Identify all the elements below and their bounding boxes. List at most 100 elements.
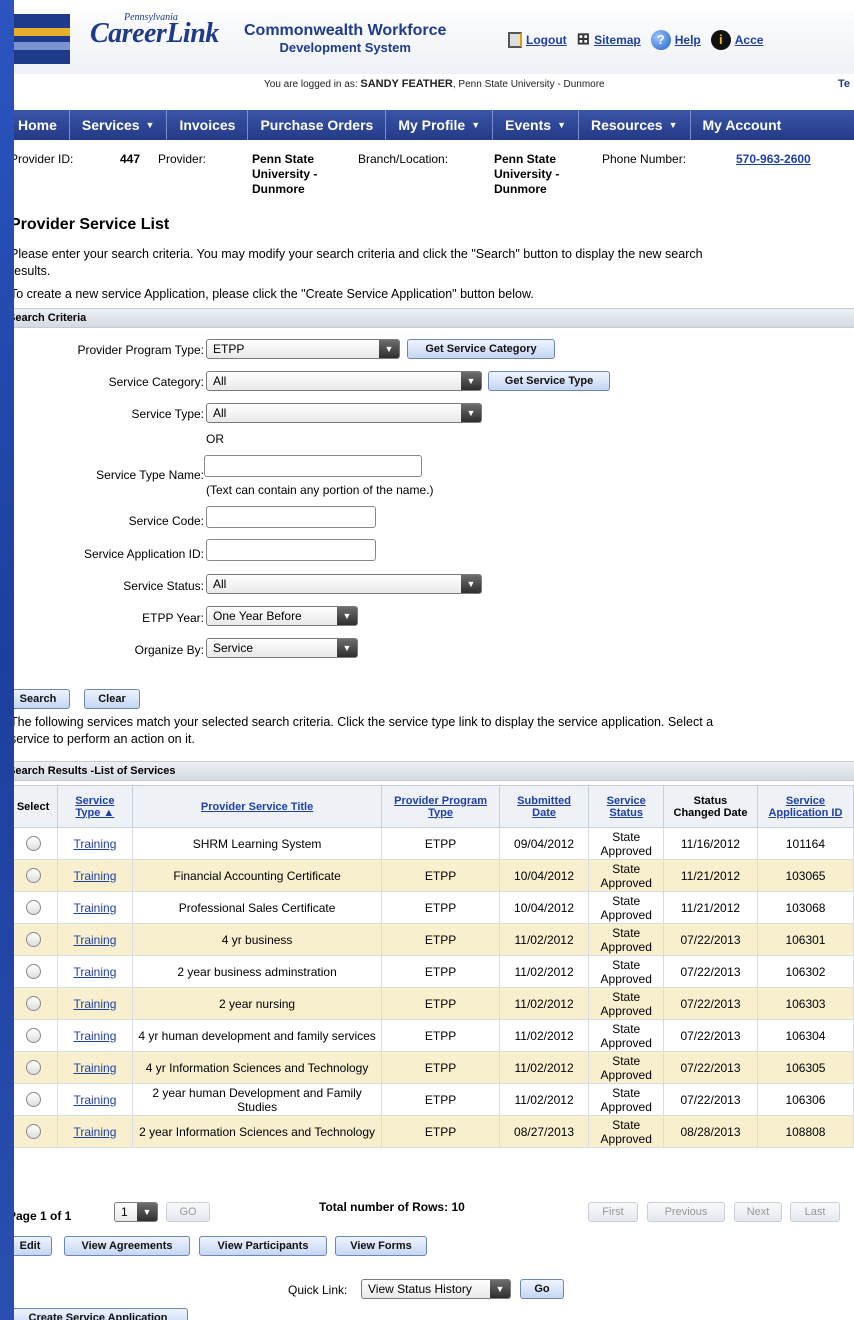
service-type-link[interactable]: Training <box>73 1061 116 1075</box>
service-type-link[interactable]: Training <box>73 1029 116 1043</box>
nav-resources[interactable]: Resources ▼ <box>579 110 691 140</box>
appid-cell: 106303 <box>756 987 854 1020</box>
first-page-button[interactable]: First <box>588 1202 638 1222</box>
program-type-select[interactable]: ETPP ▼ <box>206 339 400 359</box>
sitemap-text[interactable]: Sitemap <box>594 33 641 47</box>
sort-title-link[interactable]: Provider Service Title <box>201 801 313 813</box>
col-title-header[interactable]: Provider Service Title <box>131 785 383 828</box>
service-type-link[interactable]: Training <box>73 1125 116 1139</box>
nav-my-account[interactable]: My Account <box>691 110 794 140</box>
program-type-label: Provider Program Type: <box>77 343 205 357</box>
row-select-radio[interactable] <box>25 836 41 852</box>
search-button[interactable]: Search <box>14 689 70 709</box>
phone-link[interactable]: 570-963-2600 <box>736 152 811 166</box>
changed-cell: 07/22/2013 <box>663 1051 758 1084</box>
etpp-year-value: One Year Before <box>213 609 302 623</box>
provider-label: Provider: <box>158 152 207 166</box>
service-type-name-input[interactable] <box>204 455 422 477</box>
service-type-cell: Training <box>57 987 133 1020</box>
nav-invoices[interactable]: Invoices <box>167 110 249 140</box>
view-agreements-button[interactable]: View Agreements <box>64 1236 190 1256</box>
sort-appid-link[interactable]: Service Application ID <box>768 795 842 819</box>
next-page-button[interactable]: Next <box>734 1202 782 1222</box>
nav-purchase-orders[interactable]: Purchase Orders <box>248 110 387 140</box>
submitted-cell: 10/04/2012 <box>498 859 590 892</box>
service-type-link[interactable]: Training <box>73 869 116 883</box>
get-service-category-button[interactable]: Get Service Category <box>407 339 555 359</box>
title-cell: 4 yr business <box>131 923 383 956</box>
quick-link-go-button[interactable]: Go <box>520 1279 564 1299</box>
title-cell: Professional Sales Certificate <box>131 891 383 924</box>
service-category-select[interactable]: All ▼ <box>206 371 482 391</box>
logout-text[interactable]: Logout <box>526 33 567 47</box>
sort-status-link[interactable]: Service Status <box>607 795 646 819</box>
help-text[interactable]: Help <box>675 33 701 47</box>
nav-events-label: Events <box>505 117 552 133</box>
help-link[interactable]: ? Help <box>650 30 701 50</box>
table-row: Training 2 year nursing ETPP 11/02/2012 … <box>14 987 854 1020</box>
row-select-radio[interactable] <box>25 964 41 980</box>
row-select-radio[interactable] <box>25 900 41 916</box>
get-service-type-button[interactable]: Get Service Type <box>488 371 610 391</box>
previous-page-button[interactable]: Previous <box>647 1202 725 1222</box>
service-type-select[interactable]: All ▼ <box>206 403 482 423</box>
service-code-input[interactable] <box>206 506 376 528</box>
service-type-link[interactable]: Training <box>73 997 116 1011</box>
accessibility-text[interactable]: Acce <box>735 33 764 47</box>
nav-events[interactable]: Events ▼ <box>493 110 579 140</box>
col-appid-header[interactable]: Service Application ID <box>756 785 854 828</box>
col-status-header[interactable]: Service Status <box>588 785 665 828</box>
go-page-button[interactable]: GO <box>166 1202 210 1222</box>
service-type-link[interactable]: Training <box>73 901 116 915</box>
service-type-link[interactable]: Training <box>73 837 116 851</box>
row-select-radio[interactable] <box>25 1028 41 1044</box>
results-intro-line-1: The following services match your select… <box>14 715 714 729</box>
row-select-radio[interactable] <box>25 1092 41 1108</box>
service-type-link[interactable]: Training <box>73 933 116 947</box>
status-line2: Approved <box>600 939 652 954</box>
last-page-button[interactable]: Last <box>790 1202 840 1222</box>
row-select-radio[interactable] <box>25 868 41 884</box>
col-service-type-header[interactable]: Service Type ▲ <box>57 785 133 828</box>
row-select-radio[interactable] <box>25 996 41 1012</box>
logo-small-text: Pennsylvania <box>124 12 178 23</box>
nav-my-profile[interactable]: My Profile ▼ <box>386 110 494 140</box>
service-application-id-input[interactable] <box>206 539 376 561</box>
service-type-link[interactable]: Training <box>73 1093 116 1107</box>
row-select-radio[interactable] <box>25 932 41 948</box>
row-select-radio[interactable] <box>25 1124 41 1140</box>
quick-link-select[interactable]: View Status History ▼ <box>361 1279 511 1299</box>
sort-program-link[interactable]: Provider Program Type <box>394 795 487 819</box>
organize-by-select[interactable]: Service ▼ <box>206 638 358 658</box>
title-cell: 2 year nursing <box>131 987 383 1020</box>
nav-home[interactable]: Home <box>14 110 70 140</box>
row-select-radio[interactable] <box>25 1060 41 1076</box>
edit-button[interactable]: Edit <box>14 1236 52 1256</box>
view-forms-button[interactable]: View Forms <box>335 1236 427 1256</box>
nav-my-account-label: My Account <box>702 117 782 133</box>
sort-service-type-link[interactable]: Service Type ▲ <box>75 795 114 819</box>
status-cell: State Approved <box>588 1083 665 1116</box>
sitemap-link[interactable]: ⊞ Sitemap <box>577 32 641 48</box>
intro-line-3: To create a new service Application, ple… <box>14 287 534 301</box>
program-cell: ETPP <box>381 827 500 860</box>
program-cell: ETPP <box>381 1019 500 1052</box>
provider-id-value: 447 <box>120 152 141 166</box>
sort-submitted-link[interactable]: Submitted Date <box>517 795 571 819</box>
clear-button[interactable]: Clear <box>84 689 140 709</box>
careerlink-logo[interactable]: Pennsylvania CareerLink <box>90 12 219 50</box>
nav-services[interactable]: Services ▼ <box>70 110 168 140</box>
accessibility-link[interactable]: i Acce <box>710 30 764 50</box>
col-program-header[interactable]: Provider Program Type <box>381 785 500 828</box>
create-service-application-button[interactable]: Create Service Application <box>14 1308 188 1320</box>
service-status-select[interactable]: All ▼ <box>206 574 482 594</box>
phone-label: Phone Number: <box>602 152 687 166</box>
col-submitted-header[interactable]: Submitted Date <box>498 785 590 828</box>
view-participants-button[interactable]: View Participants <box>199 1236 327 1256</box>
header-right-cut-text[interactable]: Te <box>838 78 850 90</box>
etpp-year-select[interactable]: One Year Before ▼ <box>206 606 358 626</box>
status-line1: State <box>612 989 641 1004</box>
page-select[interactable]: 1 ▼ <box>114 1202 158 1222</box>
logout-link[interactable]: Logout <box>508 32 567 48</box>
service-type-link[interactable]: Training <box>73 965 116 979</box>
